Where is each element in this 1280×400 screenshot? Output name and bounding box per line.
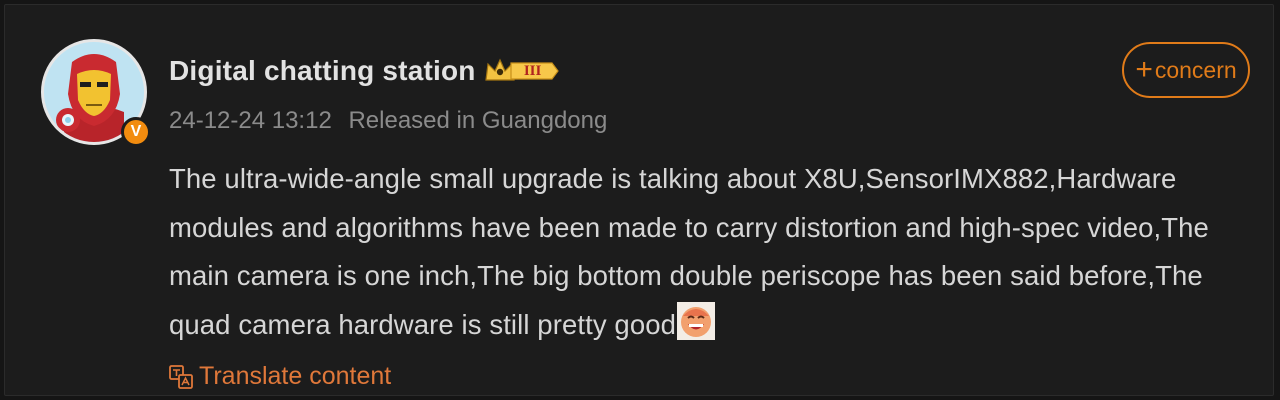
author-name[interactable]: Digital chatting station bbox=[169, 55, 476, 87]
author-row: Digital chatting station III bbox=[169, 51, 559, 91]
rank-level: III bbox=[523, 62, 542, 79]
post-timestamp[interactable]: 24-12-24 13:12 bbox=[169, 107, 332, 134]
laughing-emoji-icon bbox=[677, 301, 715, 340]
plus-icon: + bbox=[1135, 53, 1153, 86]
post-meta: 24-12-24 13:12 Released in Guangdong bbox=[169, 107, 607, 135]
translate-icon bbox=[169, 364, 193, 389]
author-avatar[interactable]: V bbox=[41, 39, 151, 147]
post-card: V Digital chatting station III 24-12-24 … bbox=[4, 4, 1274, 396]
rank-badge: III bbox=[484, 56, 559, 86]
follow-label: concern bbox=[1154, 56, 1237, 83]
verified-badge: V bbox=[121, 117, 151, 147]
translate-link[interactable]: Translate content bbox=[169, 362, 391, 391]
translate-label: Translate content bbox=[199, 362, 392, 390]
post-content: The ultra-wide-angle small upgrade is ta… bbox=[169, 155, 1264, 349]
post-location: Released in Guangdong bbox=[348, 107, 608, 134]
follow-button[interactable]: + concern bbox=[1122, 42, 1250, 98]
